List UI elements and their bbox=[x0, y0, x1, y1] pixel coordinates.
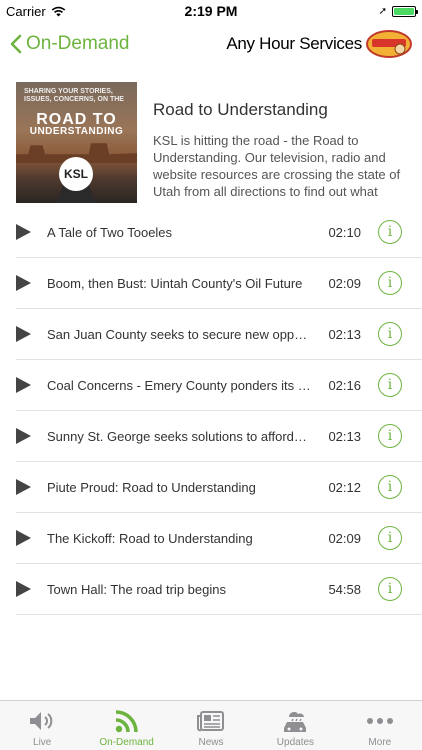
episode-duration: 02:13 bbox=[328, 326, 361, 342]
episode-duration: 54:58 bbox=[328, 581, 361, 597]
chevron-left-icon bbox=[10, 34, 22, 54]
status-bar: Carrier 2:19 PM ➚ bbox=[0, 0, 422, 22]
program-cover-image: Sharing your stories, issues, concerns, … bbox=[16, 82, 137, 203]
episode-row[interactable]: A Tale of Two Tooeles 02:10 i bbox=[16, 207, 422, 258]
back-button[interactable]: On-Demand bbox=[10, 33, 130, 55]
episode-row[interactable]: Coal Concerns - Emery County ponders its… bbox=[16, 360, 422, 411]
episode-title: Town Hall: The road trip begins bbox=[47, 581, 226, 597]
battery-icon bbox=[392, 5, 418, 17]
episode-row[interactable]: Piute Proud: Road to Understanding 02:12… bbox=[16, 462, 422, 513]
episode-list: A Tale of Two Tooeles 02:10 i Boom, then… bbox=[0, 207, 422, 615]
tab-updates[interactable]: Updates bbox=[253, 701, 337, 750]
ksl-logo: KSL bbox=[59, 157, 93, 191]
sponsor-logo-icon bbox=[366, 30, 412, 58]
back-label: On-Demand bbox=[26, 33, 130, 54]
episode-title: Piute Proud: Road to Understanding bbox=[47, 479, 256, 495]
tab-label: Updates bbox=[276, 737, 315, 748]
episode-title: Boom, then Bust: Uintah County's Oil Fut… bbox=[47, 275, 303, 291]
episode-duration: 02:09 bbox=[328, 275, 361, 291]
info-icon[interactable]: i bbox=[378, 577, 402, 601]
cover-tagline: Sharing your stories, issues, concerns, … bbox=[24, 88, 124, 103]
episode-row[interactable]: The Kickoff: Road to Understanding 02:09… bbox=[16, 513, 422, 564]
info-icon[interactable]: i bbox=[378, 271, 402, 295]
program-header: Sharing your stories, issues, concerns, … bbox=[0, 66, 422, 203]
episode-duration: 02:16 bbox=[328, 377, 361, 393]
info-icon[interactable]: i bbox=[378, 424, 402, 448]
episode-row[interactable]: San Juan County seeks to secure new oppo… bbox=[16, 309, 422, 360]
play-icon[interactable] bbox=[16, 428, 31, 444]
more-dots-icon bbox=[366, 718, 393, 724]
play-icon[interactable] bbox=[16, 479, 31, 495]
carrier-label: Carrier bbox=[6, 3, 46, 19]
wifi-icon bbox=[51, 6, 65, 16]
info-icon[interactable]: i bbox=[378, 220, 402, 244]
episode-duration: 02:13 bbox=[328, 428, 361, 444]
nav-bar: On-Demand Any Hour Services bbox=[0, 22, 422, 66]
episode-duration: 02:12 bbox=[328, 479, 361, 495]
info-icon[interactable]: i bbox=[378, 526, 402, 550]
episode-title: Sunny St. George seeks solutions to affo… bbox=[47, 428, 313, 444]
episode-row[interactable]: Town Hall: The road trip begins 54:58 i bbox=[16, 564, 422, 615]
tab-on-demand[interactable]: On-Demand bbox=[84, 701, 168, 750]
episode-title: A Tale of Two Tooeles bbox=[47, 224, 173, 240]
episode-duration: 02:10 bbox=[328, 224, 361, 240]
traffic-weather-icon bbox=[284, 712, 307, 732]
episode-row[interactable]: Sunny St. George seeks solutions to affo… bbox=[16, 411, 422, 462]
sponsor-name: Any Hour Services bbox=[226, 34, 362, 53]
play-icon[interactable] bbox=[16, 377, 31, 393]
location-icon: ➚ bbox=[378, 5, 387, 17]
podcast-icon bbox=[115, 710, 138, 733]
program-title: Road to Understanding bbox=[153, 100, 328, 119]
tab-label: On-Demand bbox=[99, 737, 154, 748]
cover-title-line2: UNDERSTANDING bbox=[29, 126, 124, 137]
tab-more[interactable]: More bbox=[338, 701, 422, 750]
speaker-icon bbox=[30, 712, 53, 730]
play-icon[interactable] bbox=[16, 530, 31, 546]
play-icon[interactable] bbox=[16, 581, 31, 597]
info-icon[interactable]: i bbox=[378, 322, 402, 346]
play-icon[interactable] bbox=[16, 326, 31, 342]
tab-bar: Live On-Demand News Updates More bbox=[0, 700, 422, 750]
tab-label: News bbox=[198, 737, 224, 748]
info-icon[interactable]: i bbox=[378, 373, 402, 397]
tab-label: Live bbox=[33, 737, 52, 748]
tab-live[interactable]: Live bbox=[0, 701, 84, 750]
tab-news[interactable]: News bbox=[169, 701, 253, 750]
program-description: KSL is hitting the road - the Road to Un… bbox=[153, 133, 401, 199]
sponsor-banner[interactable]: Any Hour Services bbox=[226, 30, 412, 58]
episode-duration: 02:09 bbox=[328, 530, 361, 546]
episode-row[interactable]: Boom, then Bust: Uintah County's Oil Fut… bbox=[16, 258, 422, 309]
play-icon[interactable] bbox=[16, 224, 31, 240]
newspaper-icon bbox=[197, 711, 225, 732]
play-icon[interactable] bbox=[16, 275, 31, 291]
info-icon[interactable]: i bbox=[378, 475, 402, 499]
episode-title: San Juan County seeks to secure new oppo… bbox=[47, 326, 313, 342]
episode-title: The Kickoff: Road to Understanding bbox=[47, 530, 253, 546]
tab-label: More bbox=[368, 737, 392, 748]
episode-title: Coal Concerns - Emery County ponders its… bbox=[47, 377, 313, 393]
